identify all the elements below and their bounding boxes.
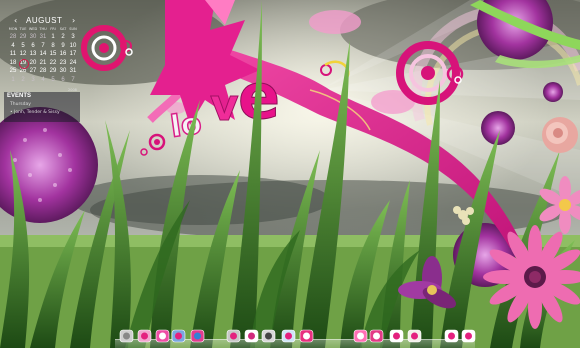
calendar-widget: ‹ AUGUST › MON TUE WED THU FRI SAT SUN 28 29 30 3… — [4, 16, 78, 92]
calendar-weekday: TUE — [19, 27, 27, 31]
calendar-day[interactable]: 12 — [18, 50, 28, 59]
events-widget: EVENTS Thursday • Jonh, Tender & Sissy — [4, 92, 80, 122]
calendar-prev-icon[interactable]: ‹ — [14, 16, 17, 25]
calendar-today-marker — [19, 59, 29, 69]
calendar-day[interactable]: 7 — [38, 42, 48, 51]
flowers-icon[interactable] — [369, 328, 384, 343]
calendar-day[interactable]: 17 — [68, 50, 78, 59]
events-title: EVENTS — [7, 93, 32, 99]
calendar-day[interactable]: 29 — [48, 67, 58, 76]
calendar-week: 11 12 13 14 15 16 17 — [8, 50, 78, 59]
calendar-day[interactable]: 1 — [48, 33, 58, 42]
calendar-day[interactable]: 16 — [58, 50, 68, 59]
calendar-day[interactable]: 5 — [48, 76, 58, 85]
books-icon[interactable] — [190, 328, 205, 343]
camera-icon[interactable] — [353, 328, 368, 343]
trash-icon[interactable] — [137, 328, 152, 343]
notes-icon[interactable] — [407, 328, 422, 343]
calendar-day[interactable]: 9 — [58, 42, 68, 51]
calendar-day[interactable]: 31 — [68, 67, 78, 76]
chat-icon[interactable] — [281, 328, 296, 343]
wallpaper: lo v e — [0, 0, 580, 348]
headphones-icon[interactable] — [261, 328, 276, 343]
calendar-grid: 28 29 30 31 1 2 3 4 5 6 7 8 9 10 11 12 13 14 15 16 17 18 19 20 2… — [8, 33, 78, 84]
calendar-weekdays: MON TUE WED THU FRI SAT SUN — [8, 27, 78, 31]
calendar-day[interactable]: 11 — [8, 50, 18, 59]
calendar-day[interactable]: 5 — [18, 42, 28, 51]
calendar-day[interactable]: 30 — [58, 67, 68, 76]
calendar-week: 1234567 — [8, 76, 78, 85]
calendar-day[interactable]: 4 — [8, 42, 18, 51]
calendar-day[interactable]: 18 — [8, 59, 18, 68]
photos-icon[interactable] — [299, 328, 314, 343]
gift-icon[interactable] — [389, 328, 404, 343]
calendar-day[interactable]: 31 — [38, 33, 48, 42]
calendar-day[interactable]: 1 — [8, 76, 18, 85]
calendar-day[interactable]: 2 — [58, 33, 68, 42]
calendar-day[interactable]: 22 — [48, 59, 58, 68]
calendar-day[interactable]: 3 — [68, 33, 78, 42]
calendar-next-icon[interactable]: › — [72, 16, 75, 25]
calendar-day[interactable]: 6 — [58, 76, 68, 85]
svg-text:lo: lo — [168, 106, 203, 145]
calendar-day[interactable]: 20 — [28, 59, 38, 68]
calendar-weekday: MON — [8, 27, 18, 31]
calendar-day[interactable]: 29 — [18, 33, 28, 42]
itunes-icon[interactable] — [244, 328, 259, 343]
svg-text:v: v — [210, 80, 239, 131]
calendar-week: 25 26 27 28 29 30 31 — [8, 67, 78, 76]
mail-icon[interactable] — [226, 328, 241, 343]
calendar-day[interactable]: 21 — [38, 59, 48, 68]
calendar-weekday: WED — [28, 27, 38, 31]
calendar-day[interactable]: 24 — [68, 59, 78, 68]
calendar-weekday: SUN — [69, 27, 77, 31]
events-day: Thursday — [10, 102, 31, 107]
calendar-day[interactable]: 10 — [68, 42, 78, 51]
calendar-day[interactable]: 28 — [38, 67, 48, 76]
calendar-day[interactable]: 13 — [28, 50, 38, 59]
magnet-icon[interactable] — [171, 328, 186, 343]
calendar-day[interactable]: 14 — [38, 50, 48, 59]
calendar-day[interactable]: 25 — [8, 67, 18, 76]
calendar-weekday: FRI — [50, 27, 56, 31]
finder-icon[interactable] — [119, 328, 134, 343]
event-item[interactable]: • Jonh, Tender & Sissy — [10, 110, 60, 115]
display-icon[interactable] — [155, 328, 170, 343]
dock — [115, 327, 476, 348]
calendar-week: 28 29 30 31 1 2 3 — [8, 33, 78, 42]
calendar-day[interactable]: 30 — [28, 33, 38, 42]
calendar-day[interactable]: 3 — [28, 76, 38, 85]
calendar-weekday: SAT — [59, 27, 67, 31]
desktop: lo v e — [0, 0, 580, 348]
calendar-day[interactable]: 15 — [48, 50, 58, 59]
calendar-day[interactable]: 2 — [18, 76, 28, 85]
calendar-weekday: THU — [39, 27, 47, 31]
calendar-day[interactable]: 28 — [8, 33, 18, 42]
calendar-day[interactable]: 6 — [28, 42, 38, 51]
calendar-week: 4 5 6 7 8 9 10 — [8, 42, 78, 51]
calendar-day[interactable]: 23 — [58, 59, 68, 68]
note-icon[interactable] — [444, 328, 459, 343]
calendar-day[interactable]: 4 — [38, 76, 48, 85]
browser-icon[interactable] — [461, 328, 476, 343]
calendar-day[interactable]: 8 — [48, 42, 58, 51]
calendar-day[interactable]: 27 — [28, 67, 38, 76]
calendar-month: AUGUST — [26, 16, 63, 25]
calendar-day[interactable]: 7 — [68, 76, 78, 85]
